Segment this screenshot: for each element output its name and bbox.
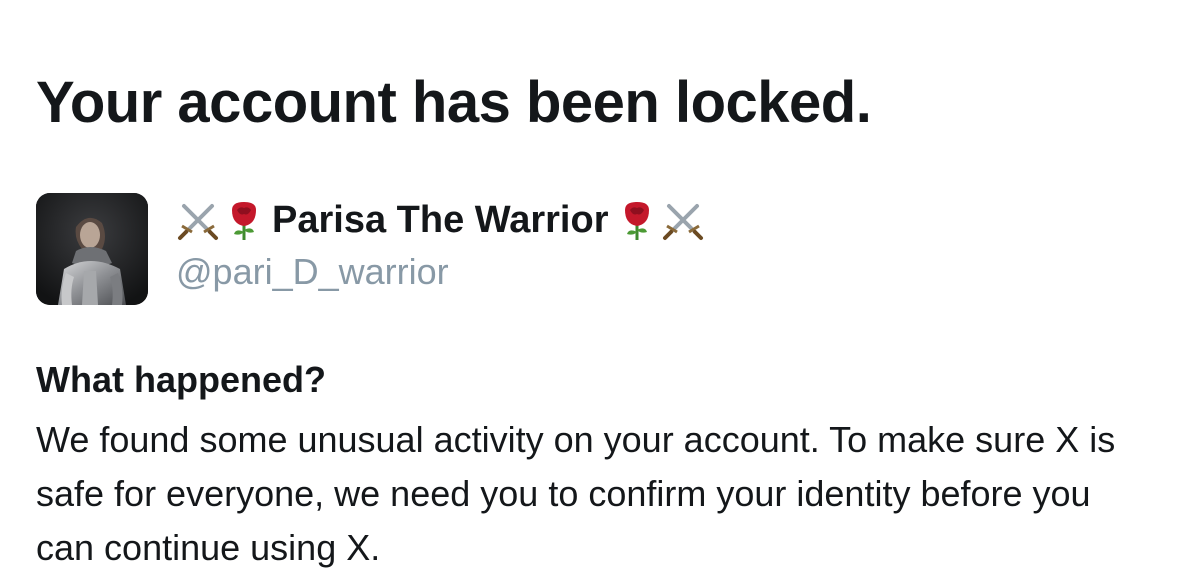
account-locked-page: Your account has been locked. Parisa The… <box>0 0 1200 579</box>
user-handle[interactable]: @pari_D_warrior <box>176 249 707 295</box>
crossed-swords-icon <box>176 198 220 242</box>
profile-names: Parisa The Warrior @pari_D_warrior <box>176 193 707 295</box>
page-title: Your account has been locked. <box>36 70 872 135</box>
section-body-text: We found some unusual activity on your a… <box>36 419 1116 568</box>
rose-icon <box>615 198 659 242</box>
crossed-swords-icon <box>661 198 705 242</box>
section-heading: What happened? <box>36 359 326 400</box>
display-name[interactable]: Parisa The Warrior <box>176 195 707 245</box>
avatar-image <box>36 193 148 305</box>
avatar[interactable] <box>36 193 148 305</box>
display-name-text: Parisa The Warrior <box>272 198 609 241</box>
rose-icon <box>222 198 266 242</box>
what-happened-section: What happened? We found some unusual act… <box>36 355 1176 575</box>
